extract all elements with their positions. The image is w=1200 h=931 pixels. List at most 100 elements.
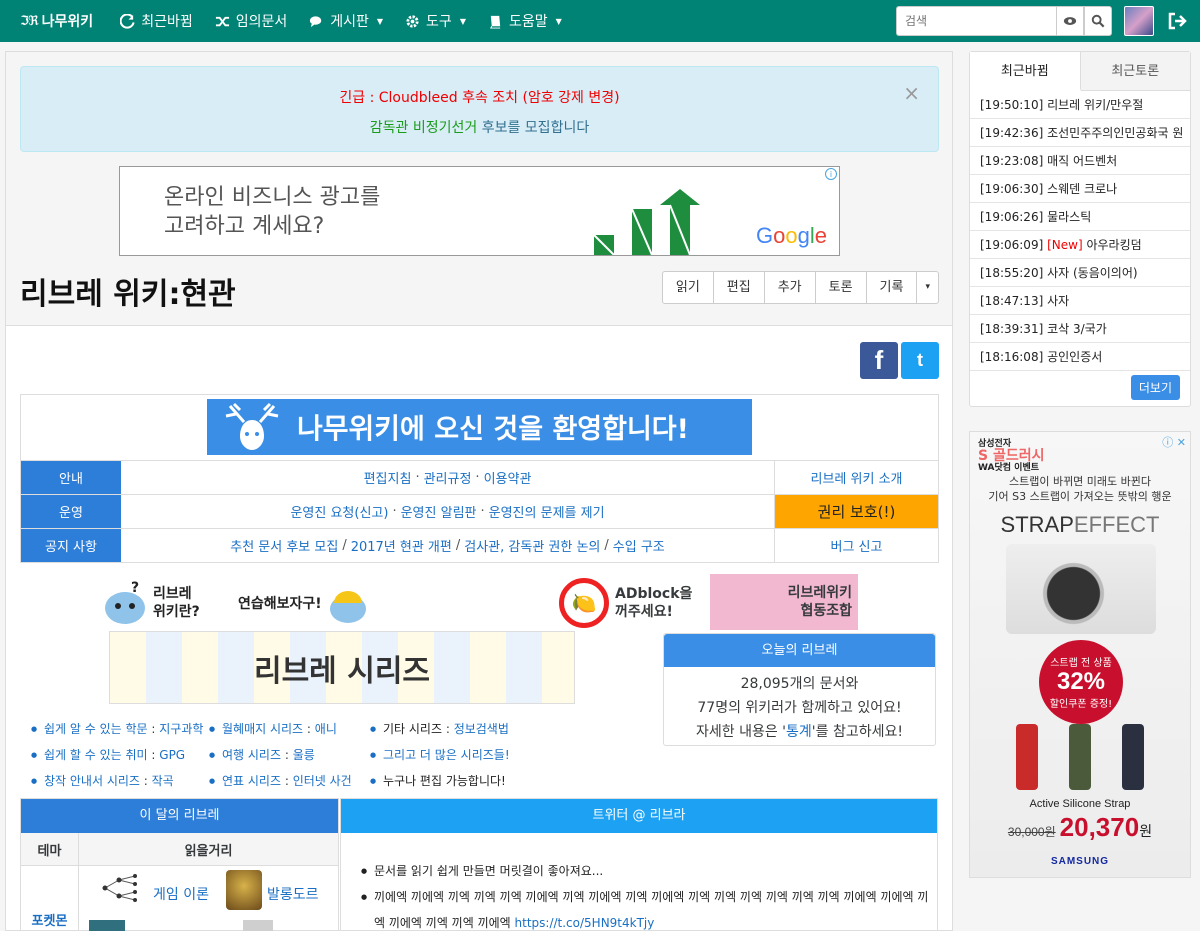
col-theme: 테마 <box>21 833 79 865</box>
ad-caption: Active Silicone Strap <box>1029 798 1131 810</box>
twitter-icon: t <box>917 350 923 370</box>
link-authority[interactable]: 검사관, 감독관 권한 논의 <box>464 536 600 555</box>
link-admin-request[interactable]: 운영진 요청(신고) <box>290 502 388 521</box>
nav-tools-dropdown[interactable]: 도구 ▼ <box>394 0 477 42</box>
strap-navy <box>1122 724 1145 790</box>
twitter-panel: 트위터 @ 리브라 문서를 읽기 쉽게 만들면 머릿결이 좋아져요... 끼에엑… <box>340 798 938 931</box>
election-link[interactable]: 감독관 비정기선거 <box>370 120 478 136</box>
link-about-wiki[interactable]: 리브레 위키 소개 <box>775 461 938 494</box>
link-revenue[interactable]: 수입 구조 <box>613 536 665 555</box>
logout-button[interactable] <box>1166 10 1188 32</box>
month-table-row: 포켓몬 게임 이론 발롱도르 <box>21 866 338 931</box>
link-edit-guide[interactable]: 편집지침 <box>364 468 412 487</box>
ad-brand: STRAPEFFECT <box>1000 512 1160 537</box>
list-item[interactable]: [18:55:20] 사자 (동음이의어) <box>970 259 1190 287</box>
new-badge: [New] <box>1047 238 1083 252</box>
list-item[interactable]: 연표 시리즈 : 인터넷 사건 <box>209 768 352 794</box>
cooperative-link[interactable]: 리브레위키 협동조합 <box>710 574 858 630</box>
list-item[interactable]: 그리고 더 많은 시리즈들! <box>370 742 510 768</box>
twitter-share-button[interactable]: t <box>901 342 939 379</box>
notice-election: 감독관 비정기선거 후보를 모집합니다 <box>369 120 590 136</box>
google-logo: Google <box>755 223 827 248</box>
libre-series-banner[interactable]: 리브레 시리즈 <box>109 631 575 704</box>
list-item[interactable]: 월혜매지 시리즈 : 애니 <box>209 716 352 742</box>
list-item[interactable]: [19:06:30] 스웨덴 크로나 <box>970 175 1190 203</box>
tab-recent-discussions[interactable]: 최근토론 <box>1080 52 1190 90</box>
read-button[interactable]: 읽기 <box>663 272 714 303</box>
notice-urgent-link[interactable]: 긴급 : Cloudbleed 후속 조치 (암호 강제 변경) <box>21 87 938 107</box>
welcome-text: 나무위키에 오신 것을 환영합니다! <box>297 412 689 445</box>
list-item[interactable]: [18:39:31] 코삭 3/국가 <box>970 315 1190 343</box>
row-links: 추천 문서 후보 모집/ 2017년 현관 개편 / 검사관, 감독관 권한 논의… <box>121 529 775 562</box>
theme-link[interactable]: 포켓몬 <box>21 866 79 931</box>
list-item[interactable]: [19:23:08] 매직 어드벤처 <box>970 147 1190 175</box>
game-theory-link[interactable]: 게임 이론 <box>153 884 209 904</box>
ad-choices-icon[interactable]: ⓘ ✕ <box>1162 434 1186 450</box>
refresh-icon <box>120 13 135 29</box>
welcome-row-guide: 안내 편집지침 · 관리규정 · 이용약관 리브레 위키 소개 <box>21 460 938 494</box>
monthly-libre-panel: 이 달의 리브레 테마 읽을거리 포켓몬 게임 이론 발롱도르 <box>20 798 339 931</box>
nav-board-dropdown[interactable]: 게시판 ▼ <box>298 0 394 42</box>
what-is-libre-link[interactable]: ? 리브레 위키란? <box>101 576 231 630</box>
ad-store-label: 삼성전자 S 골드러시 WA닷컴 이벤트 <box>978 439 1045 473</box>
discussion-button[interactable]: 토론 <box>816 272 867 303</box>
search-input[interactable] <box>896 6 1056 36</box>
list-item[interactable]: 쉽게 알 수 있는 학문 : 지구과학 <box>31 716 203 742</box>
ballon-dor-link[interactable]: 발롱도르 <box>267 884 319 904</box>
link-renewal[interactable]: 2017년 현관 개편 <box>351 536 452 555</box>
list-item[interactable]: [19:42:36] 조선민주주의인민공화국 원 <box>970 119 1190 147</box>
stats-note: 자세한 내용은 '통계'를 참고하세요! <box>696 724 903 740</box>
nav-help-dropdown[interactable]: 도움말 ▼ <box>477 0 573 42</box>
site-logo[interactable]: ℑℜ 나무위키 <box>20 11 93 31</box>
link-rights-protection[interactable]: 권리 보호(!) <box>775 495 938 528</box>
nav-recent-changes[interactable]: 최근바뀜 <box>109 0 204 42</box>
list-item[interactable]: 창작 안내서 시리즈 : 작곡 <box>31 768 203 794</box>
ballon-dor-image <box>226 870 262 910</box>
link-admin-board[interactable]: 운영진 알림판 <box>401 502 477 521</box>
list-item[interactable]: [19:06:09] [New] 아우라킹덤 <box>970 231 1190 259</box>
more-button[interactable]: 더보기 <box>1130 375 1180 400</box>
list-item[interactable]: [18:16:08] 공인인증서 <box>970 343 1190 371</box>
ad-growth-graphic <box>593 189 700 255</box>
tweet-link[interactable]: https://t.co/5HN9t4kTjy <box>515 916 655 930</box>
today-header: 오늘의 리브레 <box>664 634 935 667</box>
game-tree-image <box>102 874 137 902</box>
history-button[interactable]: 기록 <box>867 272 918 303</box>
top-advertisement[interactable]: 온라인 비즈니스 광고를 고려하고 계세요? Google i <box>119 166 840 256</box>
preview-button[interactable] <box>1056 6 1084 36</box>
link-bug-report[interactable]: 버그 신고 <box>775 529 938 562</box>
link-admin-issue[interactable]: 운영진의 문제를 제기 <box>489 502 605 521</box>
sidebar-advertisement[interactable]: 삼성전자 S 골드러시 WA닷컴 이벤트 ⓘ ✕ 스트랩이 바뀌면 미래도 바뀐… <box>969 431 1191 878</box>
edit-button[interactable]: 편집 <box>714 272 765 303</box>
nav-random-page[interactable]: 임의문서 <box>204 0 299 42</box>
list-item[interactable]: [19:06:26] 물라스틱 <box>970 203 1190 231</box>
col-reading: 읽을거리 <box>184 843 233 859</box>
recent-changes-sidebar: 최근바뀜 최근토론 [19:50:10] 리브레 위키/만우절 [19:42:3… <box>969 51 1191 407</box>
logo-mark: ℑℜ <box>20 13 39 29</box>
list-item[interactable]: 쉽게 할 수 있는 취미 : GPG <box>31 742 203 768</box>
link-recommend[interactable]: 추천 문서 후보 모집 <box>230 536 338 555</box>
practice-link[interactable]: 연습해보자구! <box>238 576 398 630</box>
list-item[interactable]: [18:47:13] 사자 <box>970 287 1190 315</box>
page-actions: 읽기 편집 추가 토론 기록 ▾ <box>661 271 939 304</box>
user-avatar[interactable] <box>1124 6 1154 36</box>
close-icon[interactable]: × <box>903 81 920 105</box>
ad-price: 30,000원 20,370원 <box>1007 812 1153 842</box>
search-button[interactable] <box>1084 6 1112 36</box>
stats-link[interactable]: 통계 <box>786 724 812 740</box>
more-actions-dropdown[interactable]: ▾ <box>917 272 938 303</box>
ad-text: 온라인 비즈니스 광고를 고려하고 계세요? <box>164 185 381 239</box>
tab-recent-changes[interactable]: 최근바뀜 <box>970 52 1081 91</box>
list-item[interactable]: [19:50:10] 리브레 위키/만우절 <box>970 91 1190 119</box>
facebook-share-button[interactable]: f <box>860 342 898 379</box>
recent-list: [19:50:10] 리브레 위키/만우절 [19:42:36] 조선민주주의인… <box>970 91 1190 371</box>
link-terms[interactable]: 이용약관 <box>484 468 532 487</box>
adblock-notice[interactable]: 🍋 ADblock을 꺼주세요! <box>559 576 703 630</box>
ad-info-icon[interactable]: i <box>825 168 837 180</box>
add-button[interactable]: 추가 <box>765 272 816 303</box>
page-title: 리브레 위키:현관 <box>20 277 236 312</box>
list-item[interactable]: 여행 시리즈 : 울릉 <box>209 742 352 768</box>
ad-subtitle: 스트랩이 바뀌면 미래도 바뀐다 기어 S3 스트랩이 가져오는 뜻밖의 행운 <box>988 475 1172 503</box>
link-rules[interactable]: 관리규정 <box>424 468 472 487</box>
list-item[interactable]: 기타 시리즈 : 정보검색법 <box>370 716 510 742</box>
